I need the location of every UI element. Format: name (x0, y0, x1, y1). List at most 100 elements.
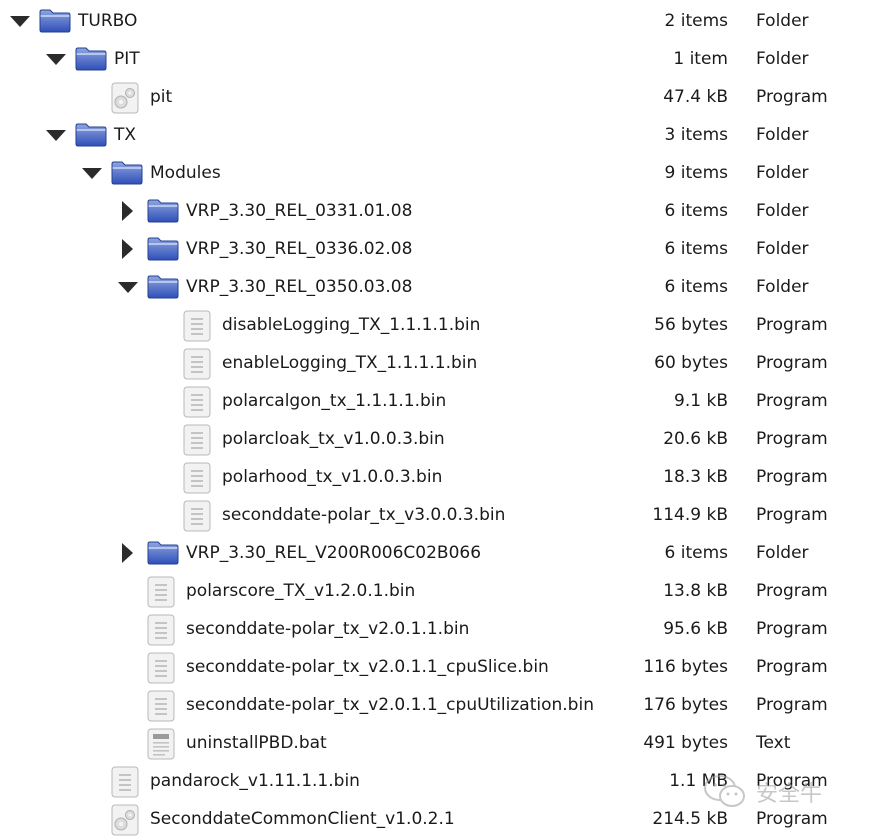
item-type: Program (756, 695, 828, 715)
expander-open-icon[interactable] (44, 40, 66, 78)
item-name: polarcloak_tx_v1.0.0.3.bin (222, 429, 445, 449)
file-row[interactable]: pit 47.4 kB Program (0, 78, 872, 116)
folder-row[interactable]: VRP_3.30_REL_V200R006C02B066 6 items Folde… (0, 534, 872, 572)
item-size: 60 bytes (654, 353, 728, 373)
item-name: uninstallPBD.bat (186, 733, 327, 753)
folder-icon (74, 116, 108, 154)
folder-row[interactable]: Modules 9 items Folder (0, 154, 872, 192)
file-row[interactable]: polarcloak_tx_v1.0.0.3.bin 20.6 kB Program (0, 420, 872, 458)
item-type: Folder (756, 543, 809, 563)
item-type: Program (756, 505, 828, 525)
item-size: 3 items (664, 125, 728, 145)
item-size: 47.4 kB (663, 87, 728, 107)
item-name: seconddate-polar_tx_v2.0.1.1_cpuSlice.bi… (186, 657, 549, 677)
binary-file-icon (146, 572, 180, 610)
item-type: Program (756, 429, 828, 449)
binary-file-icon (182, 420, 216, 458)
item-size: 114.9 kB (652, 505, 728, 525)
item-type: Program (756, 467, 828, 487)
folder-row[interactable]: TURBO 2 items Folder (0, 2, 872, 40)
item-type: Program (756, 619, 828, 639)
item-type: Folder (756, 125, 809, 145)
file-row[interactable]: enableLogging_TX_1.1.1.1.bin 60 bytes Prog… (0, 344, 872, 382)
folder-icon (146, 230, 180, 268)
item-size: 491 bytes (643, 733, 728, 753)
item-size: 9 items (664, 163, 728, 183)
folder-icon (146, 192, 180, 230)
item-name: enableLogging_TX_1.1.1.1.bin (222, 353, 478, 373)
item-size: 9.1 kB (674, 391, 728, 411)
folder-icon (38, 2, 72, 40)
item-type: Program (756, 353, 828, 373)
expander-closed-icon[interactable] (116, 230, 138, 268)
file-row[interactable]: polarscore_TX_v1.2.0.1.bin 13.8 kB Program (0, 572, 872, 610)
item-name: seconddate-polar_tx_v2.0.1.1_cpuUtilizat… (186, 695, 594, 715)
item-size: 6 items (664, 277, 728, 297)
file-row[interactable]: polarcalgon_tx_1.1.1.1.bin 9.1 kB Program (0, 382, 872, 420)
item-name: SeconddateCommonClient_v1.0.2.1 (150, 809, 455, 829)
item-size: 2 items (664, 11, 728, 31)
item-type: Program (756, 391, 828, 411)
item-size: 95.6 kB (663, 619, 728, 639)
item-name: VRP_3.30_REL_V200R006C02B066 (186, 543, 482, 563)
binary-file-icon (182, 458, 216, 496)
item-size: 13.8 kB (663, 581, 728, 601)
file-row[interactable]: uninstallPBD.bat 491 bytes Text (0, 724, 872, 762)
file-row[interactable]: seconddate-polar_tx_v2.0.1.1_cpuUtilizat… (0, 686, 872, 724)
item-size: 6 items (664, 201, 728, 221)
binary-file-icon (182, 306, 216, 344)
file-tree: TURBO 2 items Folder PIT 1 item Folder pit 47.4… (0, 2, 872, 838)
folder-icon (146, 268, 180, 306)
item-name: disableLogging_TX_1.1.1.1.bin (222, 315, 481, 335)
item-name: VRP_3.30_REL_0350.03.08 (186, 277, 413, 297)
item-size: 116 bytes (643, 657, 728, 677)
expander-open-icon[interactable] (116, 268, 138, 306)
item-size: 20.6 kB (663, 429, 728, 449)
item-name: pit (150, 87, 173, 107)
file-row[interactable]: seconddate-polar_tx_v2.0.1.1.bin 95.6 kB P… (0, 610, 872, 648)
file-row[interactable]: disableLogging_TX_1.1.1.1.bin 56 bytes Pro… (0, 306, 872, 344)
file-row[interactable]: seconddate-polar_tx_v3.0.0.3.bin 114.9 kB… (0, 496, 872, 534)
binary-file-icon (110, 762, 144, 800)
item-name: PIT (114, 49, 140, 69)
folder-icon (74, 40, 108, 78)
item-size: 176 bytes (643, 695, 728, 715)
binary-file-icon (146, 610, 180, 648)
text-file-icon (146, 724, 180, 762)
binary-file-icon (182, 382, 216, 420)
item-size: 6 items (664, 543, 728, 563)
item-type: Folder (756, 201, 809, 221)
folder-row[interactable]: VRP_3.30_REL_0350.03.08 6 items Folder (0, 268, 872, 306)
file-row[interactable]: polarhood_tx_v1.0.0.3.bin 18.3 kB Program (0, 458, 872, 496)
folder-row[interactable]: PIT 1 item Folder (0, 40, 872, 78)
item-name: VRP_3.30_REL_0331.01.08 (186, 201, 413, 221)
item-type: Program (756, 315, 828, 335)
item-name: VRP_3.30_REL_0336.02.08 (186, 239, 413, 259)
item-name: polarcalgon_tx_1.1.1.1.bin (222, 391, 447, 411)
item-size: 1 item (673, 49, 728, 69)
expander-open-icon[interactable] (80, 154, 102, 192)
folder-row[interactable]: VRP_3.30_REL_0336.02.08 6 items Folder (0, 230, 872, 268)
item-size: 18.3 kB (663, 467, 728, 487)
item-name: TURBO (78, 11, 138, 31)
binary-file-icon (146, 648, 180, 686)
executable-icon (110, 78, 144, 116)
item-type: Program (756, 657, 828, 677)
expander-closed-icon[interactable] (116, 534, 138, 572)
folder-row[interactable]: VRP_3.30_REL_0331.01.08 6 items Folder (0, 192, 872, 230)
folder-icon (146, 534, 180, 572)
item-type: Folder (756, 11, 809, 31)
item-size: 56 bytes (654, 315, 728, 335)
folder-row[interactable]: TX 3 items Folder (0, 116, 872, 154)
item-name: seconddate-polar_tx_v3.0.0.3.bin (222, 505, 506, 525)
executable-icon (110, 800, 144, 838)
expander-closed-icon[interactable] (116, 192, 138, 230)
item-type: Folder (756, 49, 809, 69)
item-name: polarhood_tx_v1.0.0.3.bin (222, 467, 443, 487)
expander-open-icon[interactable] (44, 116, 66, 154)
item-type: Text (756, 733, 791, 753)
expander-open-icon[interactable] (8, 2, 30, 40)
file-row[interactable]: seconddate-polar_tx_v2.0.1.1_cpuSlice.bi… (0, 648, 872, 686)
watermark-text: 安全牛 (756, 782, 823, 807)
item-type: Program (756, 87, 828, 107)
